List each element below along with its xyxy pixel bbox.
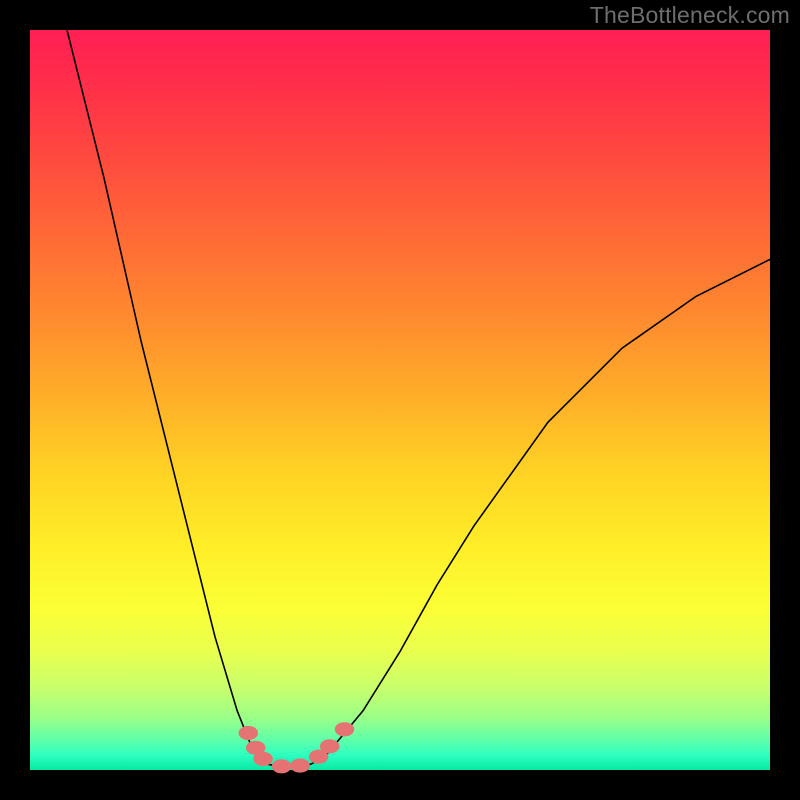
marker-right-seg-2	[320, 739, 340, 753]
series-left-branch	[67, 30, 267, 764]
marker-bottom-seg	[272, 759, 292, 773]
watermark-text: TheBottleneck.com	[590, 2, 790, 29]
marker-left-seg-2	[253, 752, 273, 766]
marker-left-dot-1	[239, 726, 259, 740]
marker-right-dot-1	[335, 722, 355, 736]
curve-svg	[30, 30, 770, 770]
plot-area	[30, 30, 770, 770]
chart-container: TheBottleneck.com	[0, 0, 800, 800]
series-group	[67, 30, 770, 767]
marker-group	[239, 722, 355, 773]
series-right-branch	[311, 259, 770, 764]
marker-bottom-seg2	[290, 758, 310, 772]
